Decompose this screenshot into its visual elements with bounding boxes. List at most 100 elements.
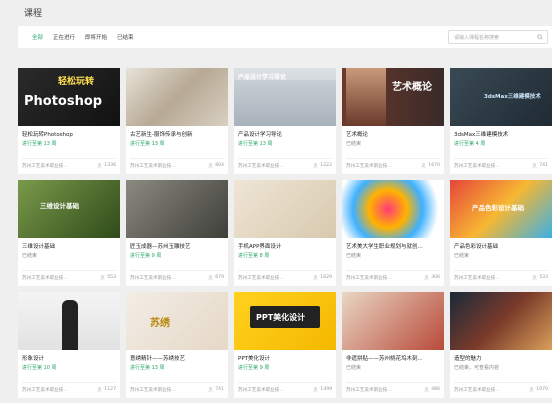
course-status: 进行至第 13 周	[238, 141, 273, 147]
person-icon	[532, 275, 537, 280]
course-card[interactable]: 三维设计基础 三维设计基础 已结束 苏州工艺美术职业技... 553	[18, 180, 120, 286]
course-school: 苏州工艺美术职业技...	[238, 276, 284, 281]
course-thumbnail[interactable]: 产品设计学习导论	[234, 68, 336, 126]
course-title[interactable]: 艺术美大学生职业规划与就创...	[346, 242, 442, 250]
course-card[interactable]: 3dsMax三维建模技术 3dsMax三维建模技术 进行至第 4 周苏州工艺美术职业…	[450, 68, 552, 174]
course-status: 进行至第 9 周	[130, 253, 162, 259]
course-thumbnail[interactable]	[234, 180, 336, 238]
course-title[interactable]: 三维设计基础	[22, 242, 118, 250]
course-school: 苏州工艺美术职业技...	[454, 276, 500, 281]
learner-count: 306	[424, 275, 440, 280]
course-school: 苏州工艺美术职业技...	[22, 164, 68, 169]
painting-figure	[346, 68, 386, 126]
course-school: 苏州工艺美术职业技...	[22, 388, 68, 393]
person-icon	[208, 275, 213, 280]
learner-count: 1670	[421, 163, 440, 168]
course-thumbnail[interactable]: 艺术概论	[342, 68, 444, 126]
person-icon	[97, 387, 102, 392]
person-icon	[208, 163, 213, 168]
card-divider	[346, 270, 440, 271]
course-title[interactable]: 3dsMax三维建模技术	[454, 130, 550, 138]
card-divider	[22, 158, 116, 159]
course-status: 已结束	[346, 253, 362, 259]
search-input[interactable]	[454, 32, 536, 43]
course-status: 已结束	[346, 141, 362, 147]
course-school: 苏州工艺美术职业技...	[454, 164, 500, 169]
learner-count-value: 679	[215, 275, 224, 280]
tab-upcoming[interactable]: 即将开始	[85, 33, 107, 41]
course-status: 已结束，可查看内容	[454, 365, 500, 371]
course-card[interactable]: 产品设计学习导论 产品设计学习导论 进行至第 13 周苏州工艺美术职业技... 122…	[234, 68, 336, 174]
course-thumbnail[interactable]: 三维设计基础	[18, 180, 120, 238]
course-thumbnail[interactable]: 轻松玩转 Photoshop	[18, 68, 120, 126]
course-card[interactable]: 形象设计 进行至第 10 周苏州工艺美术职业技... 1127	[18, 292, 120, 398]
course-title[interactable]: 手机APP界面设计	[238, 242, 334, 250]
course-card[interactable]: 产品色彩设计基础 产品色彩设计基础 已结束 苏州工艺美术职业技... 533	[450, 180, 552, 286]
person-figure	[62, 300, 78, 350]
thumbnail-title: 艺术概论	[392, 82, 432, 93]
card-divider	[130, 158, 224, 159]
course-status: 已结束	[22, 253, 38, 259]
course-card[interactable]: PPT美化设计 PPT美化设计 进行至第 9 周苏州工艺美术职业技... 1499	[234, 292, 336, 398]
course-title[interactable]: 艺术概论	[346, 130, 442, 138]
course-title[interactable]: 匠玉成器—苏州玉雕技艺	[130, 242, 226, 250]
course-title[interactable]: 意绣精针——苏绣技艺	[130, 354, 226, 362]
course-card[interactable]: 匠玉成器—苏州玉雕技艺 进行至第 9 周苏州工艺美术职业技... 679	[126, 180, 228, 286]
course-school: 苏州工艺美术职业技...	[22, 276, 68, 281]
search-icon[interactable]	[537, 34, 543, 40]
card-divider	[238, 158, 332, 159]
search-box	[448, 30, 548, 44]
course-status: 进行至第 8 周	[238, 253, 270, 259]
course-title[interactable]: 非遗拼贴——苏州桃花坞木刻...	[346, 354, 442, 362]
course-card[interactable]: 造型的魅力 已结束，可查看内容 苏州工艺美术职业技... 1070	[450, 292, 552, 398]
course-title[interactable]: 古艺新生-服饰传承与创新	[130, 130, 226, 138]
course-status: 进行至第 9 周	[238, 365, 270, 371]
course-thumbnail[interactable]: PPT美化设计	[234, 292, 336, 350]
course-school: 苏州工艺美术职业技...	[130, 276, 176, 281]
course-thumbnail[interactable]: 3dsMax三维建模技术	[450, 68, 552, 126]
person-icon	[421, 163, 426, 168]
thumbnail-title: 3dsMax三维建模技术	[484, 94, 541, 100]
course-title[interactable]: PPT美化设计	[238, 354, 334, 362]
course-title[interactable]: 产品设计学习导论	[238, 130, 334, 138]
tab-all[interactable]: 全部	[32, 33, 43, 41]
course-card[interactable]: 非遗拼贴——苏州桃花坞木刻... 已结束 苏州工艺美术职业技... 486	[342, 292, 444, 398]
course-title[interactable]: 产品色彩设计基础	[454, 242, 550, 250]
course-card[interactable]: 艺术概论 艺术概论 已结束 苏州工艺美术职业技... 1670	[342, 68, 444, 174]
course-title[interactable]: 造型的魅力	[454, 354, 550, 362]
course-thumbnail[interactable]	[126, 180, 228, 238]
learner-count-value: 1336	[104, 163, 116, 168]
learner-count-value: 804	[215, 163, 224, 168]
course-card[interactable]: 手机APP界面设计 进行至第 8 周苏州工艺美术职业技... 1629	[234, 180, 336, 286]
tab-in-progress[interactable]: 正在进行	[53, 33, 75, 41]
course-card[interactable]: 苏绣 意绣精针——苏绣技艺 进行至第 13 周苏州工艺美术职业技... 741	[126, 292, 228, 398]
course-thumbnail[interactable]	[342, 180, 444, 238]
learner-count-value: 741	[539, 163, 548, 168]
course-thumbnail[interactable]: 苏绣	[126, 292, 228, 350]
course-card[interactable]: 古艺新生-服饰传承与创新 进行至第 13 周苏州工艺美术职业技... 804	[126, 68, 228, 174]
course-title[interactable]: 轻松玩转Photoshop	[22, 130, 118, 138]
card-divider	[238, 382, 332, 383]
course-status: 已结束	[346, 365, 362, 371]
course-status: 进行至第 10 周	[22, 365, 57, 371]
course-card[interactable]: 轻松玩转 Photoshop 轻松玩转Photoshop 进行至第 13 周苏州工艺美…	[18, 68, 120, 174]
thumbnail-title: 产品设计学习导论	[238, 74, 287, 81]
course-thumbnail[interactable]	[450, 292, 552, 350]
course-thumbnail[interactable]: 产品色彩设计基础	[450, 180, 552, 238]
course-school: 苏州工艺美术职业技...	[454, 388, 500, 393]
course-thumbnail[interactable]	[342, 292, 444, 350]
course-status: 进行至第 4 周	[454, 141, 486, 147]
course-school: 苏州工艺美术职业技...	[346, 276, 392, 281]
card-divider	[130, 382, 224, 383]
course-thumbnail[interactable]	[126, 68, 228, 126]
course-title[interactable]: 形象设计	[22, 354, 118, 362]
person-icon	[424, 275, 429, 280]
tab-ended[interactable]: 已结束	[117, 33, 134, 41]
person-icon	[100, 275, 105, 280]
learner-count-value: 1499	[320, 387, 332, 392]
course-school: 苏州工艺美术职业技...	[130, 388, 176, 393]
course-thumbnail[interactable]	[18, 292, 120, 350]
person-icon	[529, 387, 534, 392]
course-card[interactable]: 艺术美大学生职业规划与就创... 已结束苏州工艺美术职业技... 306	[342, 180, 444, 286]
card-divider	[346, 158, 440, 159]
